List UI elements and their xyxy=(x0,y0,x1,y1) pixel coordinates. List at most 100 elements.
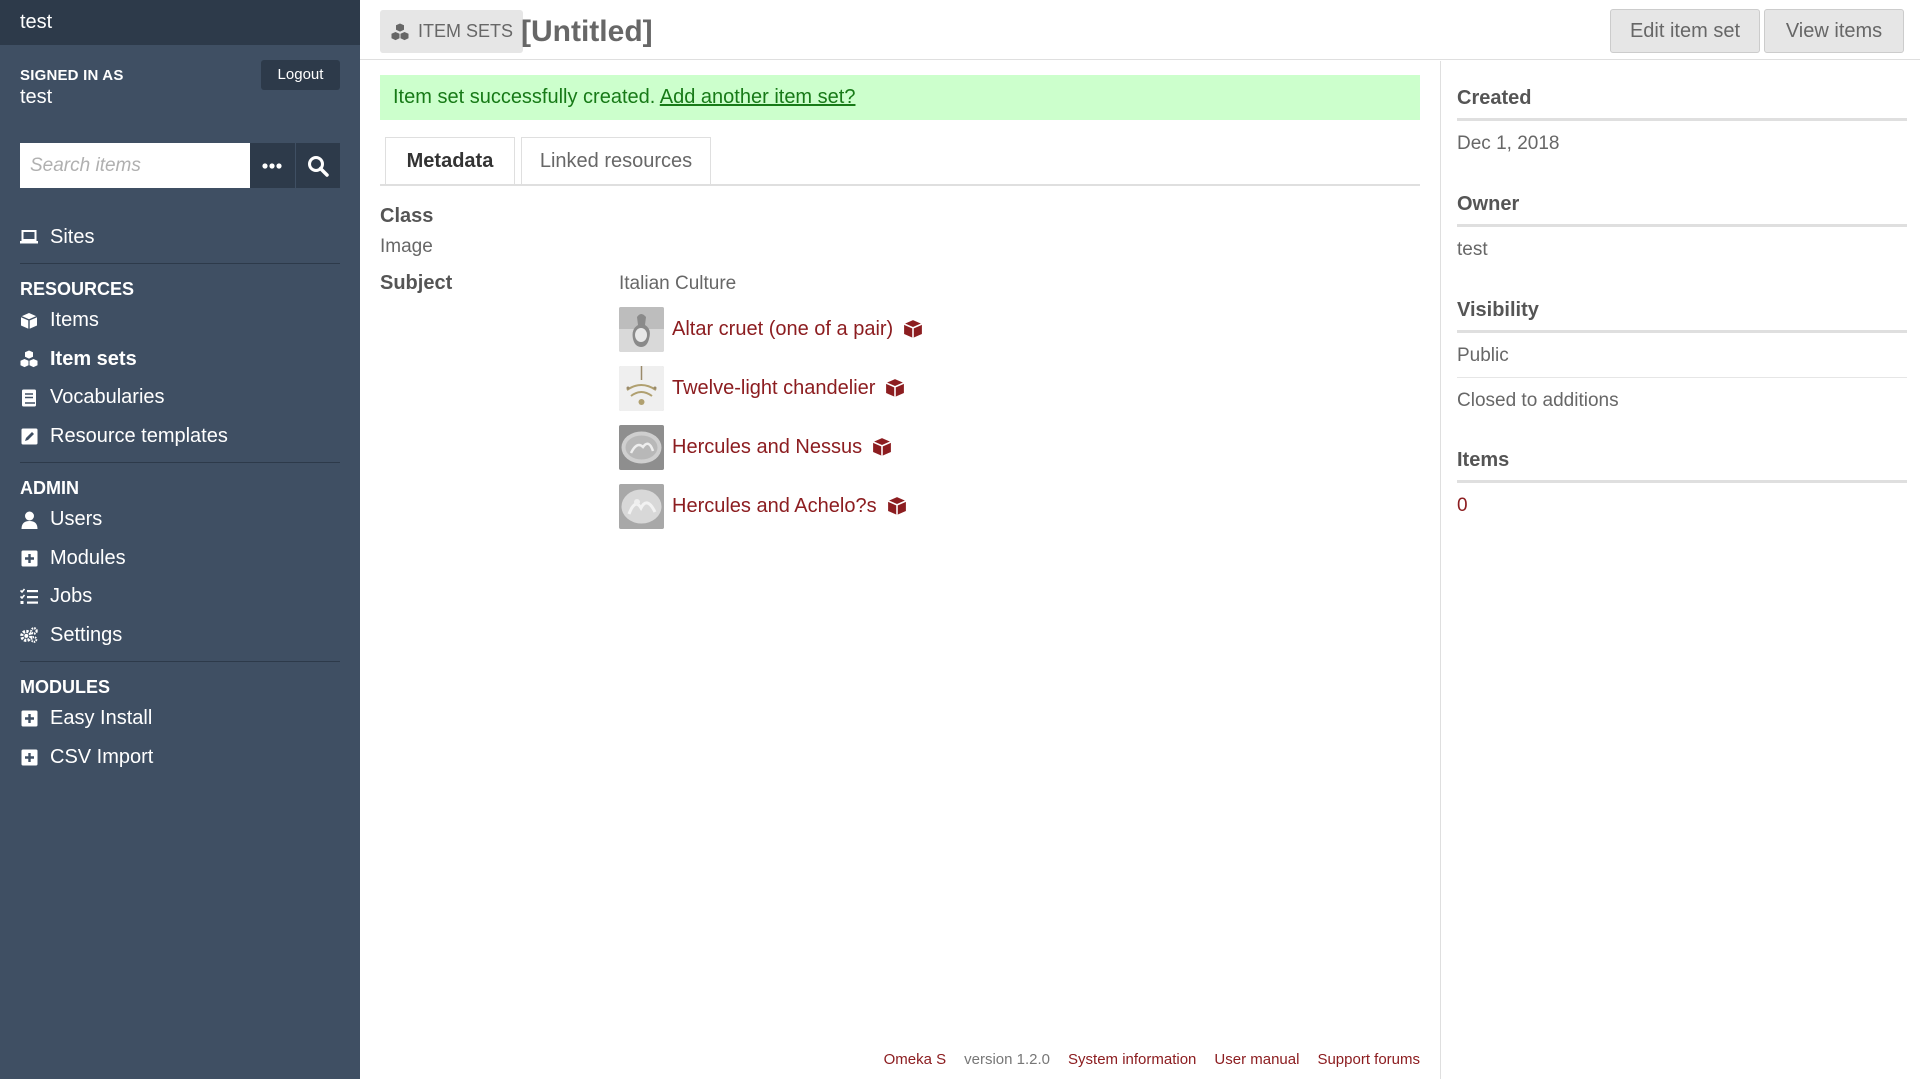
tasks-icon xyxy=(20,588,38,606)
breadcrumb-label: ITEM SETS xyxy=(418,21,514,41)
resource-thumbnail[interactable] xyxy=(619,306,664,352)
edit-item-set-button[interactable]: Edit item set xyxy=(1610,9,1760,53)
ellipsis-icon xyxy=(262,162,282,169)
section-tabs: Metadata Linked resources xyxy=(380,137,1420,186)
breadcrumb[interactable]: ITEM SETS xyxy=(380,10,524,53)
items-count-link[interactable]: 0 xyxy=(1457,483,1907,527)
nav-label-item-sets: Item sets xyxy=(50,347,137,370)
nav-item-vocabularies[interactable]: Vocabularies xyxy=(20,379,340,418)
visibility-section: Visibility Public Closed to additions xyxy=(1457,299,1907,422)
cube-icon xyxy=(20,312,38,330)
nav-label-resource-templates: Resource templates xyxy=(50,424,228,447)
tab-metadata[interactable]: Metadata xyxy=(385,137,515,184)
nav-item-sites[interactable]: Sites xyxy=(20,218,340,257)
cogs-icon xyxy=(20,626,38,644)
subject-text-value: Italian Culture xyxy=(619,273,737,294)
search-input[interactable] xyxy=(20,143,250,188)
search-form xyxy=(20,143,340,188)
tab-linked-resources[interactable]: Linked resources xyxy=(521,137,711,184)
footer-user-manual-link[interactable]: User manual xyxy=(1214,1051,1299,1068)
view-items-button[interactable]: View items xyxy=(1764,9,1904,53)
logout-button[interactable]: Logout xyxy=(261,60,340,90)
subject-label: Subject xyxy=(380,272,453,294)
nav-item-modules[interactable]: Modules xyxy=(20,539,340,578)
sidebar: test SIGNED IN AS test Logout Sites RESO… xyxy=(0,0,360,1079)
edit-icon xyxy=(20,427,38,445)
nav-item-resource-templates[interactable]: Resource templates xyxy=(20,417,340,456)
created-value: Dec 1, 2018 xyxy=(1457,133,1560,154)
created-label: Created xyxy=(1457,87,1907,121)
nav-label-users: Users xyxy=(50,508,103,531)
footer-version: version 1.2.0 xyxy=(964,1051,1051,1068)
book-icon xyxy=(20,389,38,407)
items-label: Items xyxy=(1457,449,1907,483)
nav-item-easy-install[interactable]: Easy Install xyxy=(20,700,340,739)
nav-label-easy-install: Easy Install xyxy=(50,707,153,730)
nav-divider xyxy=(20,660,340,662)
footer: Omeka S version 1.2.0 System information… xyxy=(884,1051,1420,1068)
class-value: Image xyxy=(380,236,433,257)
nav-label-vocabularies: Vocabularies xyxy=(50,386,165,409)
resource-link[interactable]: Hercules and Nessus xyxy=(672,436,862,459)
main-nav: Sites RESOURCES Items Item sets Vocabula… xyxy=(20,218,340,777)
advanced-search-button[interactable] xyxy=(250,143,295,188)
nav-item-items[interactable]: Items xyxy=(20,302,340,341)
nav-label-sites: Sites xyxy=(50,225,95,248)
search-button[interactable] xyxy=(295,143,340,188)
add-another-link[interactable]: Add another item set? xyxy=(660,86,856,108)
nav-item-item-sets[interactable]: Item sets xyxy=(20,340,340,379)
nav-heading-admin: ADMIN xyxy=(20,477,79,498)
nav-label-modules: Modules xyxy=(50,546,126,569)
search-icon xyxy=(307,155,329,177)
main-content: Item set successfully created. Add anoth… xyxy=(380,61,1420,1079)
resource-thumbnail[interactable] xyxy=(619,365,664,411)
nav-divider xyxy=(20,262,340,264)
footer-product-link[interactable]: Omeka S xyxy=(884,1051,947,1068)
page-title: [Untitled] xyxy=(521,15,653,48)
linked-resource: Altar cruet (one of a pair) xyxy=(619,306,923,352)
resource-link[interactable]: Altar cruet (one of a pair) xyxy=(672,318,893,341)
nav-item-csv-import[interactable]: CSV Import xyxy=(20,738,340,777)
item-cube-icon xyxy=(872,437,892,457)
footer-system-info-link[interactable]: System information xyxy=(1068,1051,1196,1068)
user-bar: SIGNED IN AS test Logout xyxy=(0,45,360,135)
item-cube-icon xyxy=(887,496,907,516)
success-message: Item set successfully created. Add anoth… xyxy=(380,75,1420,120)
nav-heading-resources: RESOURCES xyxy=(20,278,135,299)
footer-support-link[interactable]: Support forums xyxy=(1317,1051,1420,1068)
cubes-icon xyxy=(20,350,38,368)
nav-divider xyxy=(20,461,340,463)
nav-item-users[interactable]: Users xyxy=(20,501,340,540)
laptop-icon xyxy=(20,228,38,246)
linked-resource: Hercules and Nessus xyxy=(619,424,892,470)
nav-label-csv-import: CSV Import xyxy=(50,745,154,768)
plus-square-icon xyxy=(20,549,38,567)
resource-link[interactable]: Hercules and Achelo?s xyxy=(672,495,877,518)
resource-link[interactable]: Twelve-light chandelier xyxy=(672,377,875,400)
nav-item-settings[interactable]: Settings xyxy=(20,616,340,655)
resource-thumbnail[interactable] xyxy=(619,483,664,529)
nav-item-jobs[interactable]: Jobs xyxy=(20,578,340,617)
owner-section: Owner test xyxy=(1457,193,1907,271)
site-title[interactable]: test xyxy=(0,0,360,45)
owner-label: Owner xyxy=(1457,193,1907,227)
plus-square-icon xyxy=(20,748,38,766)
additions-value: Closed to additions xyxy=(1457,390,1619,411)
item-cube-icon xyxy=(903,319,923,339)
items-section: Items 0 xyxy=(1457,449,1907,527)
cubes-icon xyxy=(390,23,410,41)
nav-label-settings: Settings xyxy=(50,623,123,646)
page-header: ITEM SETS [Untitled] Edit item set View … xyxy=(360,0,1920,60)
visibility-value: Public xyxy=(1457,333,1907,378)
resource-thumbnail[interactable] xyxy=(619,424,664,470)
nav-heading-modules: MODULES xyxy=(20,676,110,697)
user-icon xyxy=(20,511,38,529)
meta-sidebar: Created Dec 1, 2018 Owner test Visibilit… xyxy=(1440,61,1920,1079)
plus-square-icon xyxy=(20,710,38,728)
linked-resource: Twelve-light chandelier xyxy=(619,365,905,411)
nav-label-jobs: Jobs xyxy=(50,585,93,608)
success-text: Item set successfully created. xyxy=(393,86,660,108)
owner-value: test xyxy=(1457,239,1488,260)
item-cube-icon xyxy=(885,378,905,398)
visibility-label: Visibility xyxy=(1457,299,1907,333)
